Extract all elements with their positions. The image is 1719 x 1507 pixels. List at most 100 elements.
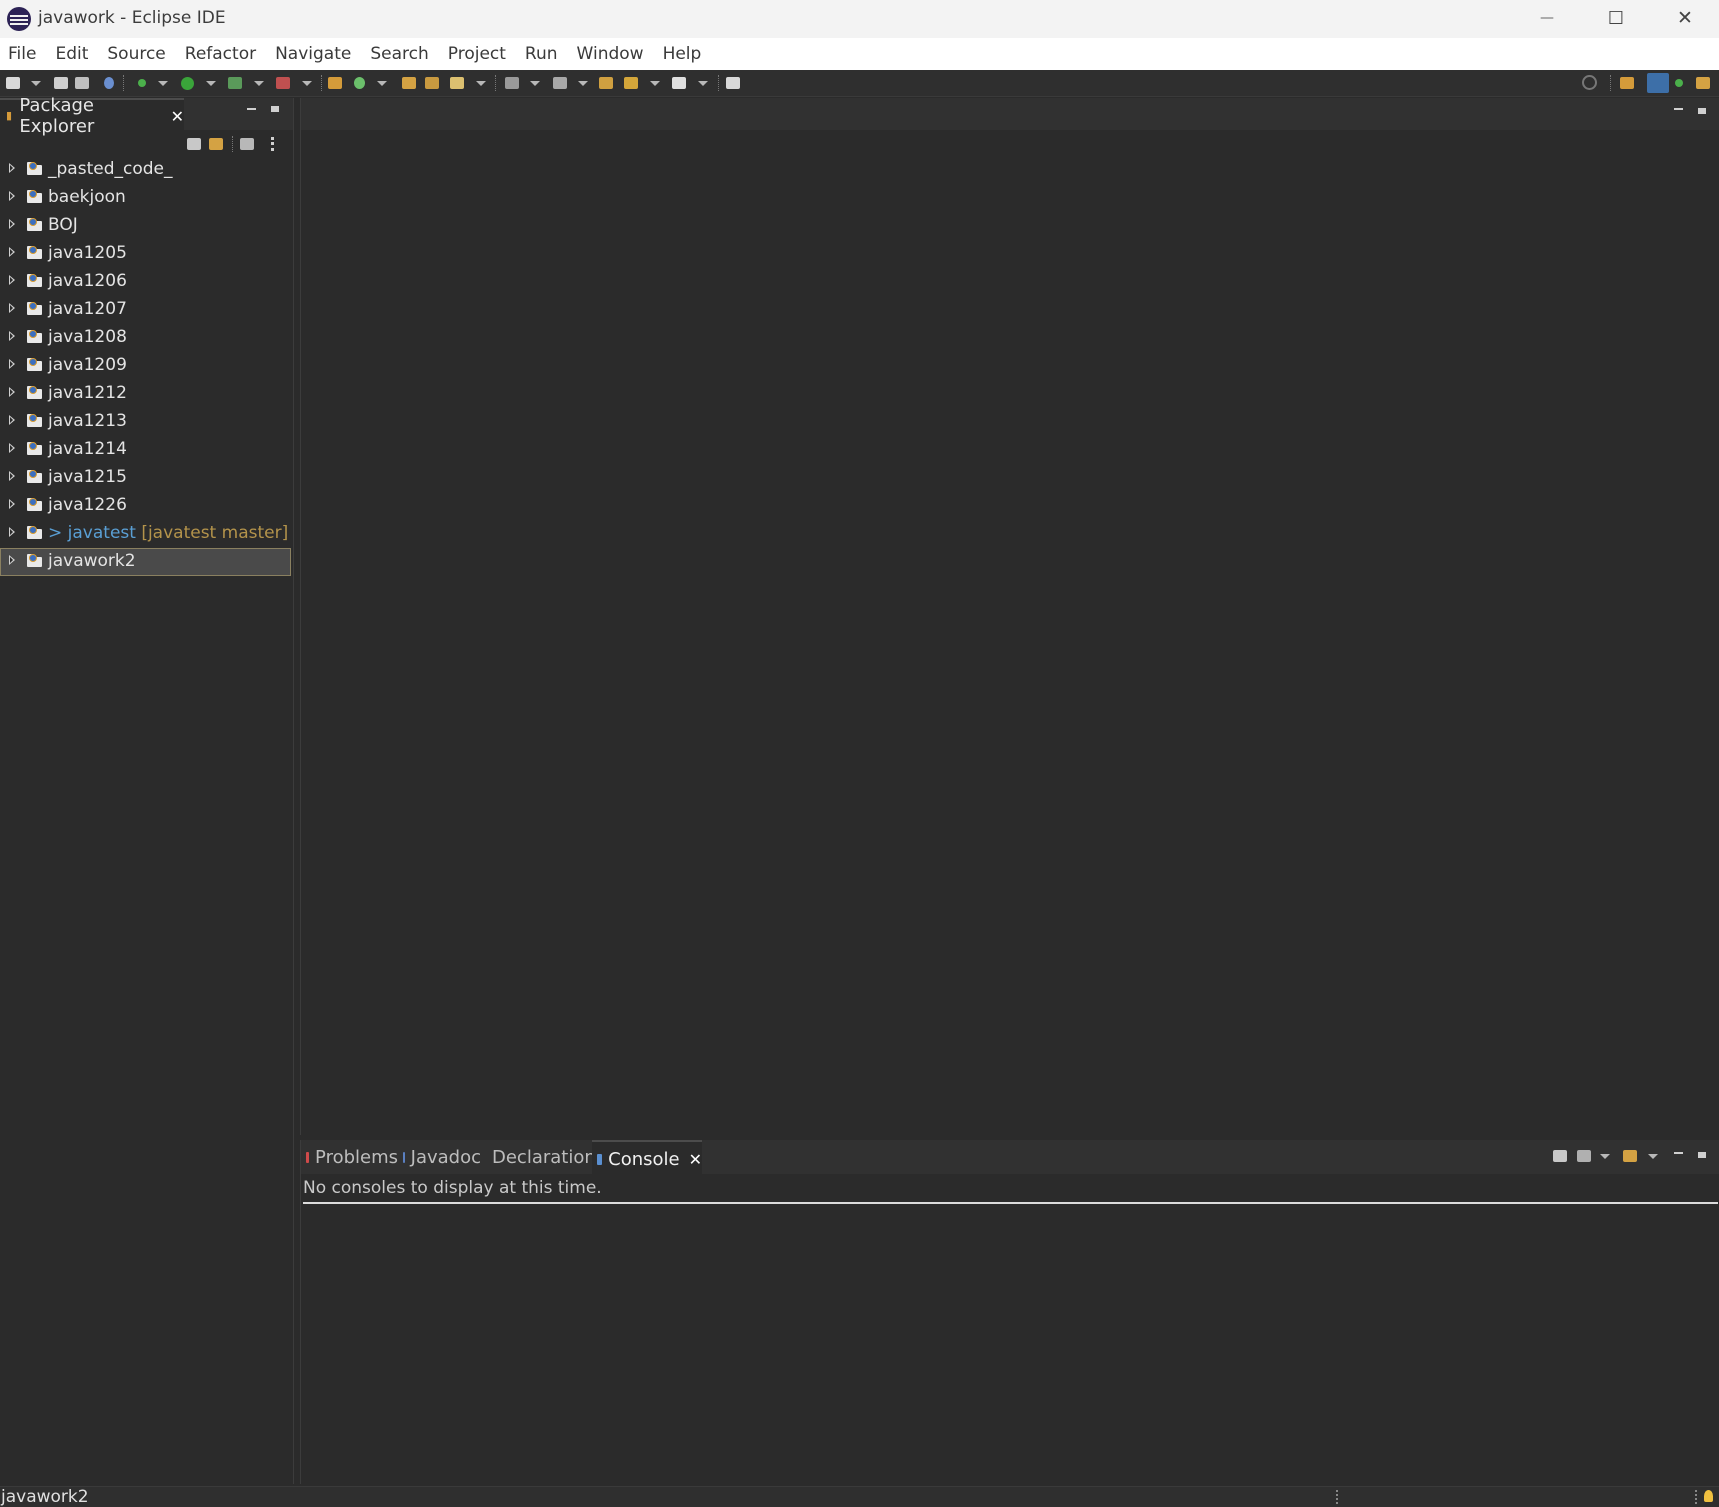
- tree-item-project[interactable]: java1208: [0, 324, 291, 352]
- menu-source[interactable]: Source: [99, 44, 176, 64]
- menu-run[interactable]: Run: [517, 44, 569, 64]
- expand-arrow-icon[interactable]: [9, 499, 15, 509]
- pin-console-icon[interactable]: [1553, 1150, 1567, 1162]
- maximize-editor-icon[interactable]: [1698, 108, 1706, 114]
- new-dropdown-arrow[interactable]: [31, 81, 41, 86]
- expand-arrow-icon[interactable]: [9, 359, 15, 369]
- collapse-all-icon[interactable]: [187, 138, 201, 150]
- run-dropdown-arrow[interactable]: [206, 81, 216, 86]
- java-perspective-icon[interactable]: [1647, 73, 1669, 93]
- new-java-project-icon[interactable]: [328, 77, 342, 89]
- pin-editor-icon[interactable]: [726, 77, 740, 89]
- tree-item-project[interactable]: java1226: [0, 492, 291, 520]
- tab-package-explorer[interactable]: ▮ Package Explorer ✕: [0, 95, 184, 137]
- menu-file[interactable]: File: [0, 44, 47, 64]
- tree-item-project[interactable]: java1214: [0, 436, 291, 464]
- tree-item-project[interactable]: > javatest [javatest master]: [0, 520, 291, 548]
- menu-edit[interactable]: Edit: [47, 44, 99, 64]
- filter-icon[interactable]: [240, 138, 254, 150]
- back-icon[interactable]: [624, 77, 638, 89]
- tree-item-project[interactable]: java1205: [0, 240, 291, 268]
- menu-project[interactable]: Project: [440, 44, 517, 64]
- run-icon[interactable]: [181, 77, 194, 90]
- external-tools-icon[interactable]: [276, 77, 290, 89]
- prev-annotation-icon[interactable]: [553, 77, 567, 89]
- back-dropdown-arrow[interactable]: [650, 81, 660, 86]
- git-perspective-icon[interactable]: [1696, 77, 1710, 89]
- tree-item-project[interactable]: baekjoon: [0, 184, 291, 212]
- prev-annotation-dropdown-arrow[interactable]: [578, 81, 588, 86]
- tree-item-project[interactable]: java1215: [0, 464, 291, 492]
- minimize-console-view-icon[interactable]: [1674, 1152, 1683, 1154]
- expand-arrow-icon[interactable]: [9, 191, 15, 201]
- tree-item-project[interactable]: java1206: [0, 268, 291, 296]
- new-icon[interactable]: [6, 77, 20, 89]
- expand-arrow-icon[interactable]: [9, 163, 15, 173]
- coverage-dropdown-arrow[interactable]: [254, 81, 264, 86]
- search-tool-icon[interactable]: [450, 77, 464, 89]
- expand-arrow-icon[interactable]: [9, 387, 15, 397]
- next-annotation-dropdown-arrow[interactable]: [530, 81, 540, 86]
- close-tab-icon[interactable]: ✕: [171, 107, 184, 126]
- debug-dropdown-arrow[interactable]: [158, 81, 168, 86]
- expand-arrow-icon[interactable]: [9, 527, 15, 537]
- save-icon[interactable]: [54, 77, 68, 89]
- maximize-console-view-icon[interactable]: [1698, 1152, 1706, 1158]
- debug-icon[interactable]: [138, 79, 146, 87]
- tab-console[interactable]: Console ✕: [592, 1140, 702, 1176]
- search-icon[interactable]: [1582, 75, 1597, 90]
- forward-dropdown-arrow[interactable]: [698, 81, 708, 86]
- link-with-editor-icon[interactable]: [209, 138, 223, 150]
- menu-navigate[interactable]: Navigate: [267, 44, 362, 64]
- close-tab-icon[interactable]: ✕: [689, 1150, 702, 1169]
- save-all-icon[interactable]: [75, 77, 89, 89]
- expand-arrow-icon[interactable]: [9, 303, 15, 313]
- next-annotation-icon[interactable]: [505, 77, 519, 89]
- display-console-dropdown-arrow[interactable]: [1600, 1154, 1610, 1159]
- skip-breakpoints-icon[interactable]: [104, 77, 114, 89]
- open-type-icon[interactable]: [402, 77, 416, 89]
- menu-search[interactable]: Search: [362, 44, 439, 64]
- expand-arrow-icon[interactable]: [9, 415, 15, 425]
- maximize-button[interactable]: ☐: [1582, 0, 1650, 36]
- tab-problems[interactable]: Problems: [301, 1140, 398, 1174]
- open-perspective-icon[interactable]: [1620, 77, 1634, 89]
- tree-item-project[interactable]: java1213: [0, 408, 291, 436]
- tree-item-project[interactable]: java1212: [0, 380, 291, 408]
- tree-item-project[interactable]: _pasted_code_: [0, 156, 291, 184]
- tab-declaration[interactable]: Declaration: [481, 1140, 596, 1174]
- menu-refactor[interactable]: Refactor: [177, 44, 267, 64]
- coverage-icon[interactable]: [228, 77, 242, 89]
- tree-item-project[interactable]: java1209: [0, 352, 291, 380]
- minimize-editor-icon[interactable]: [1674, 108, 1683, 110]
- close-window-button[interactable]: ✕: [1651, 0, 1719, 36]
- external-tools-dropdown-arrow[interactable]: [302, 81, 312, 86]
- expand-arrow-icon[interactable]: [9, 275, 15, 285]
- tab-javadoc[interactable]: Javadoc: [398, 1140, 481, 1174]
- forward-icon[interactable]: [672, 77, 686, 89]
- open-console-icon[interactable]: [1623, 1150, 1637, 1162]
- last-edit-location-icon[interactable]: [599, 77, 613, 89]
- minimize-button[interactable]: —: [1513, 0, 1581, 36]
- menu-help[interactable]: Help: [655, 44, 713, 64]
- expand-arrow-icon[interactable]: [9, 443, 15, 453]
- new-class-icon[interactable]: [354, 77, 365, 89]
- expand-arrow-icon[interactable]: [9, 331, 15, 341]
- debug-perspective-icon[interactable]: [1675, 79, 1683, 87]
- view-menu-icon[interactable]: [271, 137, 277, 151]
- tree-item-project[interactable]: javawork2: [0, 548, 291, 576]
- tip-lightbulb-icon[interactable]: [1704, 1490, 1713, 1502]
- expand-arrow-icon[interactable]: [9, 247, 15, 257]
- display-console-icon[interactable]: [1577, 1150, 1591, 1162]
- tree-item-project[interactable]: java1207: [0, 296, 291, 324]
- tree-item-project[interactable]: BOJ: [0, 212, 291, 240]
- expand-arrow-icon[interactable]: [9, 471, 15, 481]
- open-console-dropdown-arrow[interactable]: [1648, 1154, 1658, 1159]
- expand-arrow-icon[interactable]: [9, 219, 15, 229]
- minimize-view-icon[interactable]: [247, 108, 256, 110]
- menu-window[interactable]: Window: [569, 44, 655, 64]
- maximize-view-icon[interactable]: [271, 106, 279, 112]
- search-tool-dropdown-arrow[interactable]: [476, 81, 486, 86]
- expand-arrow-icon[interactable]: [9, 555, 15, 565]
- open-task-icon[interactable]: [425, 77, 439, 89]
